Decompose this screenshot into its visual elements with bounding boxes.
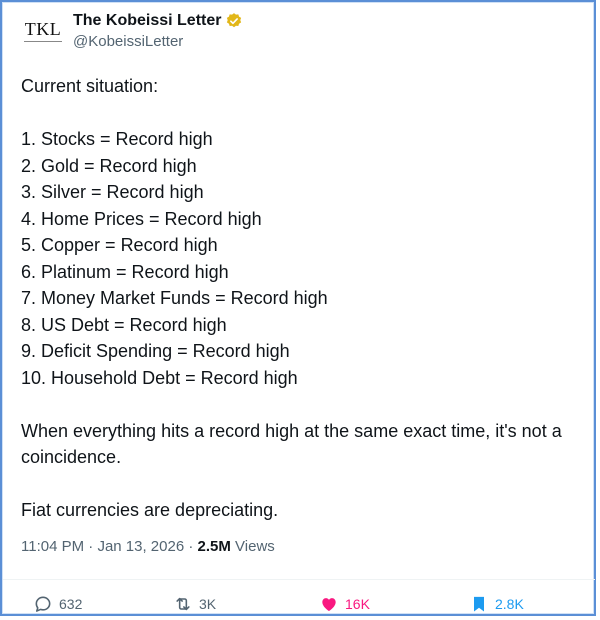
action-bar: 632 3K 16K 2.8K xyxy=(3,579,595,616)
bookmark-count: 2.8K xyxy=(495,596,524,612)
post-time[interactable]: 11:04 PM xyxy=(21,538,84,555)
display-name[interactable]: The Kobeissi Letter xyxy=(73,12,221,30)
author-names: The Kobeissi Letter @KobeissiLetter xyxy=(73,12,243,50)
like-count: 16K xyxy=(345,596,370,612)
author-handle[interactable]: @KobeissiLetter xyxy=(73,33,243,50)
list-item: 7. Money Market Funds = Record high xyxy=(21,288,328,308)
post-paragraph-1: When everything hits a record high at th… xyxy=(21,420,562,468)
views-count: 2.5M xyxy=(197,538,231,555)
reply-button[interactable]: 632 xyxy=(33,594,82,614)
views-label: Views xyxy=(230,538,275,555)
reply-count: 632 xyxy=(59,596,83,612)
list-item: 9. Deficit Spending = Record high xyxy=(21,341,290,361)
reply-icon xyxy=(35,596,51,612)
list-item: 6. Platinum = Record high xyxy=(21,261,229,282)
list-item: 8. US Debt = Record high xyxy=(21,314,227,335)
meta-separator: · xyxy=(184,538,198,555)
post-card: TKL The Kobeissi Letter @KobeissiLetter … xyxy=(2,2,596,616)
list-item: 10. Household Debt = Record high xyxy=(21,367,298,388)
display-name-row: The Kobeissi Letter xyxy=(73,12,243,30)
heart-icon xyxy=(322,598,336,612)
repost-icon xyxy=(176,597,190,611)
list-item: 3. Silver = Record high xyxy=(21,182,204,202)
repost-button[interactable]: 3K xyxy=(173,594,216,614)
list-item: 1. Stocks = Record high xyxy=(21,129,213,149)
post-date[interactable]: Jan 13, 2026 xyxy=(97,538,184,555)
post-meta: 11:04 PM · Jan 13, 2026 · 2.5M Views xyxy=(21,538,275,555)
verified-badge-icon xyxy=(227,13,242,28)
list-item: 2. Gold = Record high xyxy=(21,155,197,176)
list-item: 4. Home Prices = Record high xyxy=(21,208,262,229)
avatar[interactable]: TKL xyxy=(21,9,65,53)
list-item: 5. Copper = Record high xyxy=(21,235,218,255)
post-intro: Current situation: xyxy=(21,76,159,96)
bookmark-button[interactable]: 2.8K xyxy=(469,594,524,614)
like-button[interactable]: 16K xyxy=(319,594,370,614)
avatar-logo-text: TKL xyxy=(24,19,62,39)
avatar-logo-underline xyxy=(24,41,62,42)
post-paragraph-2: Fiat currencies are depreciating. xyxy=(21,500,279,520)
post-header: TKL The Kobeissi Letter @KobeissiLetter xyxy=(21,9,243,53)
post-text: Current situation: 1. Stocks = Record hi… xyxy=(21,73,596,524)
repost-count: 3K xyxy=(199,596,217,612)
bookmark-icon xyxy=(474,596,484,612)
meta-separator: · xyxy=(84,538,98,555)
